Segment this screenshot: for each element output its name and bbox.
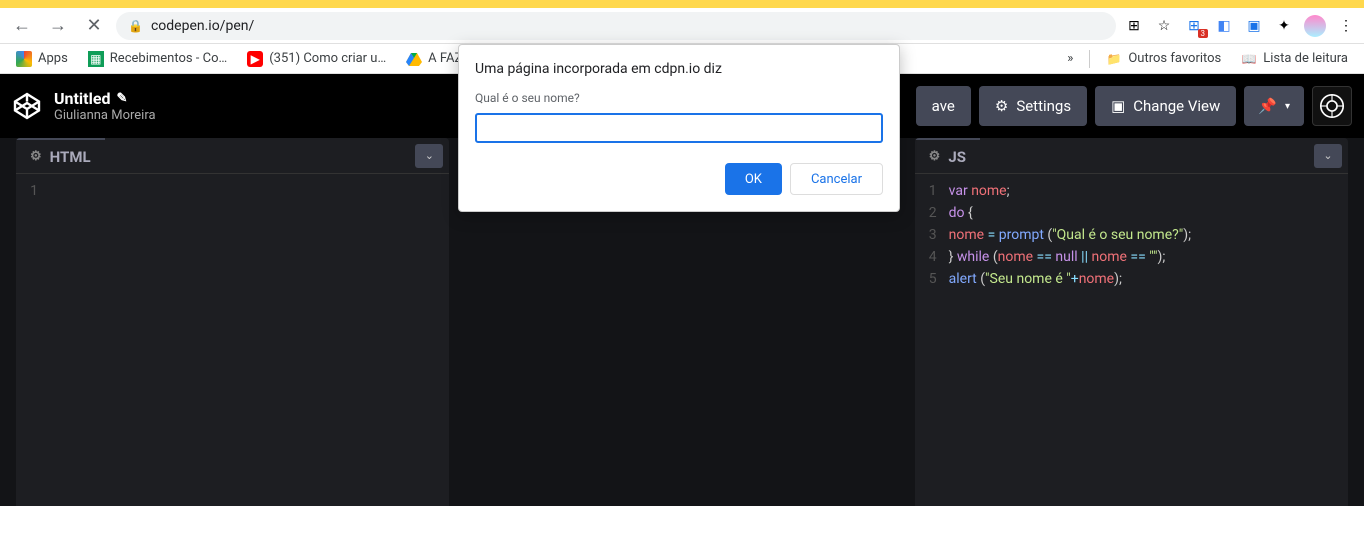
prompt-dialog: Uma página incorporada em cdpn.io diz Qu…: [458, 44, 900, 212]
gear-icon[interactable]: ⚙: [929, 149, 941, 164]
js-tab[interactable]: ⚙ JS: [915, 138, 980, 173]
reading-list[interactable]: 📖 Lista de leitura: [1233, 47, 1356, 71]
pen-author[interactable]: Giulianna Moreira: [54, 108, 156, 123]
profile-avatar[interactable]: [1304, 15, 1326, 37]
layout-icon: ▣: [1111, 97, 1125, 115]
chevron-down-icon[interactable]: ⌄: [1314, 144, 1342, 168]
js-editor[interactable]: 1 2 3 4 5 var nome; do { nome = prompt (…: [915, 174, 1348, 506]
folder-icon: 📁: [1106, 51, 1122, 67]
back-button[interactable]: ←: [8, 12, 36, 40]
apps-icon: [16, 51, 32, 67]
html-tab[interactable]: ⚙ HTML: [16, 138, 105, 173]
extension-icons: ⊞ ☆ ⊞3 ◧ ▣ ✦ ⋮: [1124, 15, 1356, 37]
js-panel: ⚙ JS ⌄ 1 2 3 4 5 var nome; do { nome = p…: [915, 138, 1348, 506]
html-gutter: 1: [16, 174, 46, 506]
stop-button[interactable]: ✕: [80, 12, 108, 40]
sheets-icon: ▦: [88, 51, 104, 67]
url-text: codepen.io/pen/: [151, 18, 254, 34]
bookmark-youtube[interactable]: ▶ (351) Como criar u…: [239, 47, 394, 71]
youtube-icon: ▶: [247, 51, 263, 67]
drive-icon: [406, 51, 422, 67]
browser-toolbar: ← → ✕ 🔒 codepen.io/pen/ ⊞ ☆ ⊞3 ◧ ▣ ✦ ⋮: [0, 8, 1364, 44]
ext-icon[interactable]: ▣: [1244, 16, 1264, 36]
preview-pane[interactable]: [0, 506, 1364, 551]
dialog-title: Uma página incorporada em cdpn.io diz: [475, 61, 883, 77]
devtools-icon[interactable]: ◧: [1214, 16, 1234, 36]
cancel-button[interactable]: Cancelar: [790, 163, 883, 195]
change-view-button[interactable]: ▣ Change View: [1095, 86, 1236, 126]
extensions-icon[interactable]: ✦: [1274, 16, 1294, 36]
puzzle-icon[interactable]: ⊞3: [1184, 16, 1204, 36]
pen-title-block: Untitled ✎ Giulianna Moreira: [54, 89, 156, 123]
html-editor[interactable]: 1: [16, 174, 449, 506]
gear-icon: ⚙: [995, 97, 1008, 115]
save-button[interactable]: ave: [916, 86, 971, 126]
star-icon[interactable]: ☆: [1154, 16, 1174, 36]
user-avatar[interactable]: [1312, 86, 1352, 126]
js-gutter: 1 2 3 4 5: [915, 174, 945, 506]
menu-icon[interactable]: ⋮: [1336, 16, 1356, 36]
dialog-message: Qual é o seu nome?: [475, 91, 883, 105]
html-panel-header: ⚙ HTML ⌄: [16, 138, 449, 174]
gear-icon[interactable]: ⚙: [30, 149, 42, 164]
pen-title[interactable]: Untitled: [54, 89, 110, 108]
chevron-down-icon: ▾: [1285, 101, 1290, 112]
ok-button[interactable]: OK: [725, 163, 782, 195]
prompt-input[interactable]: [475, 113, 883, 143]
html-code[interactable]: [46, 174, 449, 506]
forward-button[interactable]: →: [44, 12, 72, 40]
browser-tabs-strip: [0, 0, 1364, 8]
other-favorites[interactable]: 📁 Outros favoritos: [1098, 47, 1229, 71]
pin-icon: 📌: [1258, 97, 1277, 115]
lock-icon: 🔒: [128, 19, 143, 33]
js-panel-header: ⚙ JS ⌄: [915, 138, 1348, 174]
bookmarks-overflow[interactable]: »: [1059, 51, 1081, 66]
bookmark-apps[interactable]: Apps: [8, 47, 76, 71]
separator: [1089, 50, 1090, 68]
url-bar[interactable]: 🔒 codepen.io/pen/: [116, 12, 1116, 40]
codepen-logo-icon[interactable]: [12, 91, 42, 121]
chevron-down-icon[interactable]: ⌄: [415, 144, 443, 168]
translate-icon[interactable]: ⊞: [1124, 16, 1144, 36]
bookmark-recebimentos[interactable]: ▦ Recebimentos - Co…: [80, 47, 235, 71]
pin-button[interactable]: 📌 ▾: [1244, 86, 1304, 126]
settings-button[interactable]: ⚙ Settings: [979, 86, 1087, 126]
js-code[interactable]: var nome; do { nome = prompt ("Qual é o …: [945, 174, 1348, 506]
edit-icon[interactable]: ✎: [116, 91, 127, 106]
list-icon: 📖: [1241, 51, 1257, 67]
html-panel: ⚙ HTML ⌄ 1: [16, 138, 449, 506]
